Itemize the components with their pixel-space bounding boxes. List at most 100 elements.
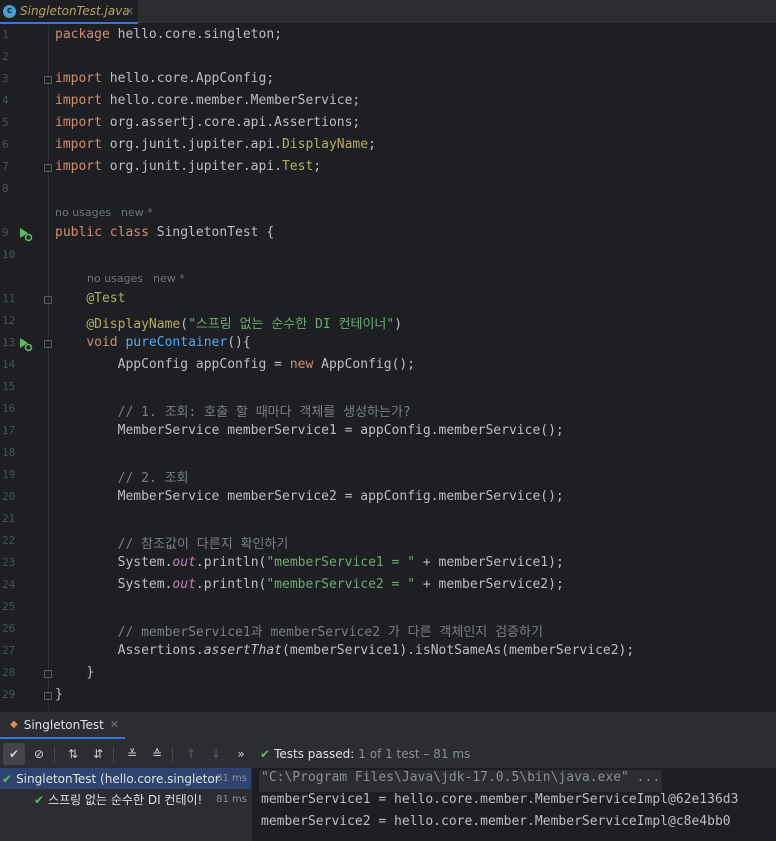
usages-hint[interactable]: no usages xyxy=(87,272,143,285)
test-name: 스프링 없는 순수한 DI 컨테이! xyxy=(48,793,203,807)
more-actions-icon[interactable]: » xyxy=(230,743,252,765)
code-line: 15 xyxy=(0,377,776,399)
string-literal: "memberService2 = " xyxy=(266,577,416,592)
code-editor[interactable]: 1 package hello.core.singleton; 2 3 impo… xyxy=(0,25,776,710)
code-line: 28 } xyxy=(0,663,776,685)
editor-tab-label: SingletonTest.java xyxy=(20,4,130,18)
line-number: 12 xyxy=(2,314,16,327)
fold-icon[interactable] xyxy=(44,670,52,678)
annotation-ref: Test xyxy=(281,159,314,174)
code-text: + memberService1); xyxy=(415,555,564,570)
author-hint[interactable]: new * xyxy=(121,206,153,219)
status-counts: 1 of 1 test – 81 ms xyxy=(358,747,471,761)
test-tree-row[interactable]: ✔ 스프링 없는 순수한 DI 컨테이! 81 ms xyxy=(0,789,251,810)
line-number: 10 xyxy=(2,248,16,261)
author-hint[interactable]: new * xyxy=(153,272,185,285)
line-number: 21 xyxy=(2,512,16,525)
method-name: pureContainer xyxy=(125,335,228,350)
line-number: 27 xyxy=(2,644,16,657)
line-number: 14 xyxy=(2,358,16,371)
code-line: 19 // 2. 조회 xyxy=(0,465,776,487)
code-text: ; xyxy=(368,137,376,152)
run-tab-bar: ◆ SingletonTest ✕ xyxy=(0,712,776,739)
expand-all-icon[interactable]: ≚ xyxy=(121,743,143,765)
code-line: 29 } xyxy=(0,685,776,707)
code-text: ) xyxy=(394,317,403,332)
code-text: org.junit.jupiter.api. xyxy=(101,159,282,174)
code-line: 8 xyxy=(0,179,776,201)
usages-hint[interactable]: no usages xyxy=(55,206,111,219)
fold-icon[interactable] xyxy=(44,340,52,348)
run-test-icon[interactable] xyxy=(17,336,33,352)
passed-check-icon: ✔ xyxy=(34,792,45,807)
code-line: 17 MemberService memberService1 = appCon… xyxy=(0,421,776,443)
code-line: 5 import org.assertj.core.api.Assertions… xyxy=(0,113,776,135)
code-text: hello.core.AppConfig; xyxy=(101,71,275,86)
code-text: MemberService memberService1 = appConfig… xyxy=(117,423,564,438)
editor-tab-singletontest[interactable]: c SingletonTest.java ✕ xyxy=(0,0,138,24)
line-number: 17 xyxy=(2,424,16,437)
collapse-all-icon[interactable]: ≙ xyxy=(146,743,168,765)
console-line: memberService2 = hello.core.member.Membe… xyxy=(261,814,731,829)
close-icon[interactable]: ✕ xyxy=(110,718,119,731)
line-number: 24 xyxy=(2,578,16,591)
line-number: 19 xyxy=(2,468,16,481)
code-text: Assertions. xyxy=(117,643,204,658)
test-tree-row[interactable]: ✔ SingletonTest (hello.core.singletor 81… xyxy=(0,768,251,789)
test-duration: 81 ms xyxy=(216,773,247,784)
code-text: .println( xyxy=(195,577,267,592)
code-line: 22 // 참조값이 다른지 확인하기 xyxy=(0,531,776,553)
close-icon[interactable]: ✕ xyxy=(125,5,134,18)
line-number: 29 xyxy=(2,688,16,701)
code-line: 9 public class SingletonTest { xyxy=(0,223,776,245)
keyword: public class xyxy=(55,225,149,240)
code-line: 18 xyxy=(0,443,776,465)
annotation: @DisplayName xyxy=(86,317,181,332)
fold-icon[interactable] xyxy=(44,692,52,700)
inlay-hint-row: no usages new * xyxy=(0,201,776,223)
code-text: org.assertj.core.api.Assertions; xyxy=(101,115,361,130)
console-output[interactable]: "C:\Program Files\Java\jdk-17.0.5\bin\ja… xyxy=(252,768,776,841)
code-line: 27 Assertions.assertThat(memberService1)… xyxy=(0,641,776,663)
code-text: AppConfig appConfig = xyxy=(117,357,290,372)
fold-icon[interactable] xyxy=(44,164,52,172)
line-number: 3 xyxy=(2,72,9,85)
code-line: 20 MemberService memberService2 = appCon… xyxy=(0,487,776,509)
code-line: 2 xyxy=(0,47,776,69)
next-failed-icon[interactable]: ↓ xyxy=(205,743,227,765)
keyword: import xyxy=(55,115,102,130)
toolbar-separator xyxy=(172,746,173,762)
passed-check-icon: ✔ xyxy=(2,771,13,786)
static-field: out xyxy=(172,555,196,570)
test-status: ✔ Tests passed: 1 of 1 test – 81 ms xyxy=(260,747,470,761)
code-text: + memberService2); xyxy=(415,577,564,592)
sort-alphabetically-icon[interactable]: ⇅ xyxy=(62,743,84,765)
line-number: 2 xyxy=(2,50,9,63)
show-passed-icon[interactable]: ✔ xyxy=(3,743,25,765)
fold-icon[interactable] xyxy=(44,76,52,84)
fold-icon[interactable] xyxy=(44,296,52,304)
show-ignored-icon[interactable]: ⊘ xyxy=(28,743,50,765)
code-text: } xyxy=(86,665,95,680)
keyword: import xyxy=(55,93,102,108)
toolbar-separator xyxy=(113,746,114,762)
code-text: SingletonTest { xyxy=(148,225,275,240)
code-line: 11 @Test xyxy=(0,289,776,311)
method-call: assertThat xyxy=(203,643,282,658)
code-line: 6 import org.junit.jupiter.api.DisplayNa… xyxy=(0,135,776,157)
line-number: 7 xyxy=(2,160,9,173)
code-line: 21 xyxy=(0,509,776,531)
previous-failed-icon[interactable]: ↑ xyxy=(180,743,202,765)
code-line: 14 AppConfig appConfig = new AppConfig()… xyxy=(0,355,776,377)
run-test-icon[interactable] xyxy=(17,226,33,242)
code-text: hello.core.member.MemberService; xyxy=(101,93,361,108)
sort-by-duration-icon[interactable]: ⇵ xyxy=(87,743,109,765)
run-tool-window: ◆ SingletonTest ✕ ✔ ⊘ ⇅ ⇵ ≚ ≙ ↑ ↓ » ✔ Te… xyxy=(0,711,776,841)
line-number: 11 xyxy=(2,292,16,305)
toolbar-separator xyxy=(54,746,55,762)
code-line: 7 import org.junit.jupiter.api.Test; xyxy=(0,157,776,179)
run-tab-singletontest[interactable]: ◆ SingletonTest ✕ xyxy=(0,712,126,739)
keyword: void xyxy=(86,335,118,350)
status-label: Tests passed: xyxy=(274,747,355,761)
line-number: 15 xyxy=(2,380,16,393)
